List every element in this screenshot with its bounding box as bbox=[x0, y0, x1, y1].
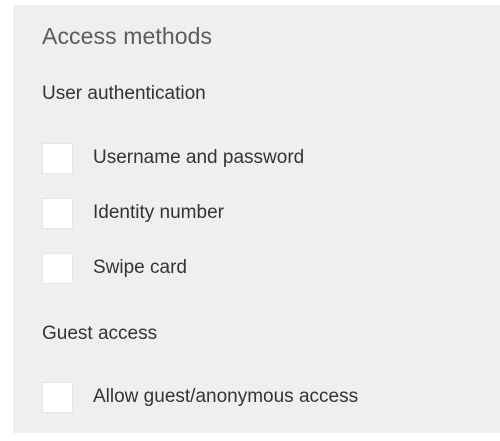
identity-number-option[interactable]: Identity number bbox=[42, 196, 224, 230]
swipe-card-option[interactable]: Swipe card bbox=[42, 251, 187, 285]
username-password-label[interactable]: Username and password bbox=[93, 147, 304, 169]
guest-access-heading: Guest access bbox=[42, 323, 158, 344]
swipe-card-label[interactable]: Swipe card bbox=[93, 257, 187, 279]
user-authentication-heading: User authentication bbox=[42, 83, 206, 104]
panel-title: Access methods bbox=[42, 23, 213, 49]
guest-access-option[interactable]: Allow guest/anonymous access bbox=[42, 380, 358, 414]
username-password-option[interactable]: Username and password bbox=[42, 141, 304, 175]
swipe-card-checkbox[interactable] bbox=[42, 252, 73, 284]
guest-access-checkbox[interactable] bbox=[42, 381, 73, 413]
username-password-checkbox[interactable] bbox=[42, 142, 73, 174]
guest-access-label[interactable]: Allow guest/anonymous access bbox=[93, 386, 358, 408]
identity-number-label[interactable]: Identity number bbox=[93, 202, 224, 224]
identity-number-checkbox[interactable] bbox=[42, 197, 73, 229]
access-methods-panel: Access methods User authentication Usern… bbox=[13, 5, 500, 433]
